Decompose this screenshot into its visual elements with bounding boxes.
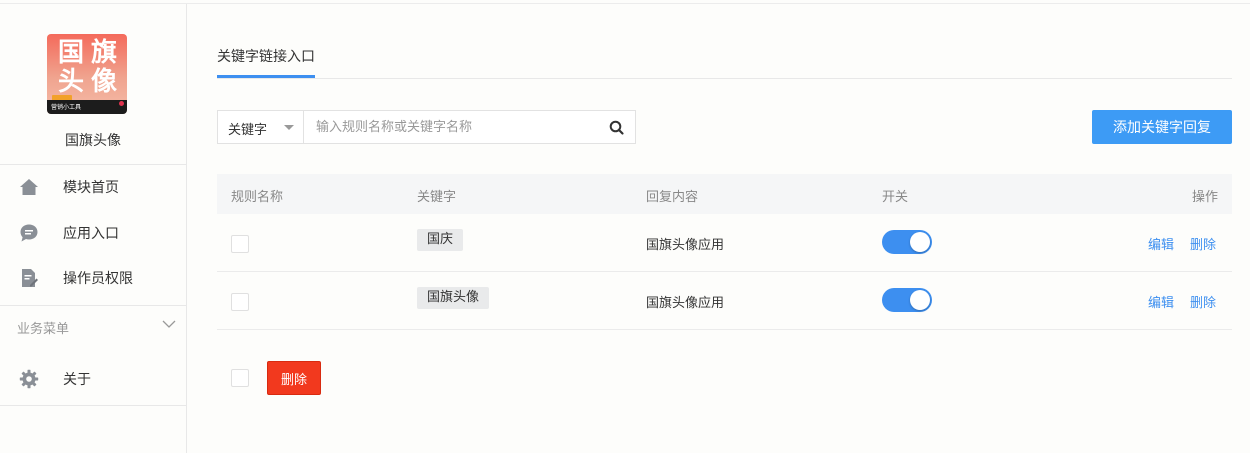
sidebar-item-home[interactable]: 模块首页 xyxy=(0,167,186,207)
chevron-down-icon[interactable] xyxy=(161,316,177,332)
row-checkbox[interactable] xyxy=(231,235,249,253)
sidebar-section-title: 业务菜单 xyxy=(17,322,70,337)
sidebar-item-label: 关于 xyxy=(63,372,91,388)
gear-icon xyxy=(19,369,39,389)
enable-toggle[interactable] xyxy=(882,288,932,312)
sidebar-item-app-entry[interactable]: 应用入口 xyxy=(0,213,186,253)
search-type-value: 关键字 xyxy=(228,123,268,138)
chat-bubble-icon xyxy=(19,223,39,243)
sidebar-item-label: 模块首页 xyxy=(63,180,119,196)
column-header-switch: 开关 xyxy=(882,190,909,205)
search-bar: 关键字 xyxy=(217,110,636,144)
toggle-knob xyxy=(910,290,930,310)
bulk-delete-button[interactable]: 删除 xyxy=(267,361,321,395)
select-all-checkbox[interactable] xyxy=(231,369,249,387)
logo-strip-text: 营销小工具 xyxy=(51,104,82,111)
column-header-rule-name: 规则名称 xyxy=(231,190,284,205)
column-header-actions: 操作 xyxy=(1191,190,1218,205)
search-icon[interactable] xyxy=(608,119,626,137)
logo-char: 旗 xyxy=(91,38,118,68)
logo-char: 像 xyxy=(91,67,118,97)
delete-link[interactable]: 删除 xyxy=(1190,292,1216,311)
add-keyword-reply-button[interactable]: 添加关键字回复 xyxy=(1092,110,1232,144)
column-header-keyword: 关键字 xyxy=(417,190,457,205)
search-type-select[interactable]: 关键字 xyxy=(218,111,304,143)
sidebar-item-about[interactable]: 关于 xyxy=(0,359,186,399)
row-checkbox[interactable] xyxy=(231,293,249,311)
sidebar-divider xyxy=(0,405,186,406)
app-name: 国旗头像 xyxy=(65,133,121,149)
logo-char: 头 xyxy=(58,67,85,97)
table-row: 国旗头像 国旗头像应用 编辑 删除 xyxy=(217,272,1232,330)
reply-content: 国旗头像应用 xyxy=(646,238,725,253)
tab-divider xyxy=(217,78,1232,79)
tab-keyword-link-entry[interactable]: 关键字链接入口 xyxy=(217,46,315,66)
document-edit-icon xyxy=(19,268,39,288)
home-icon xyxy=(19,177,39,197)
delete-link[interactable]: 删除 xyxy=(1190,234,1216,253)
sidebar-divider xyxy=(0,164,186,165)
column-header-reply: 回复内容 xyxy=(646,190,699,205)
edit-link[interactable]: 编辑 xyxy=(1148,292,1174,311)
table-header: 规则名称 关键字 回复内容 开关 操作 xyxy=(217,174,1232,214)
app-logo: 国 旗 头 像 营销小工具 xyxy=(47,34,127,114)
keyword-tag: 国旗头像 xyxy=(417,287,490,309)
caret-down-icon xyxy=(284,125,294,130)
edit-link[interactable]: 编辑 xyxy=(1148,234,1174,253)
toggle-knob xyxy=(910,232,930,252)
sidebar-divider xyxy=(0,305,186,306)
sidebar-item-label: 操作员权限 xyxy=(63,271,133,287)
sidebar-item-label: 应用入口 xyxy=(63,226,119,242)
top-border xyxy=(0,0,1250,4)
table-row: 国庆 国旗头像应用 编辑 删除 xyxy=(217,214,1232,272)
sidebar-item-operator-permissions[interactable]: 操作员权限 xyxy=(0,258,186,298)
reply-content: 国旗头像应用 xyxy=(646,296,725,311)
logo-char: 国 xyxy=(58,38,85,68)
enable-toggle[interactable] xyxy=(882,230,932,254)
search-input[interactable] xyxy=(316,111,596,143)
logo-dot xyxy=(119,101,124,106)
keyword-tag: 国庆 xyxy=(417,229,464,251)
